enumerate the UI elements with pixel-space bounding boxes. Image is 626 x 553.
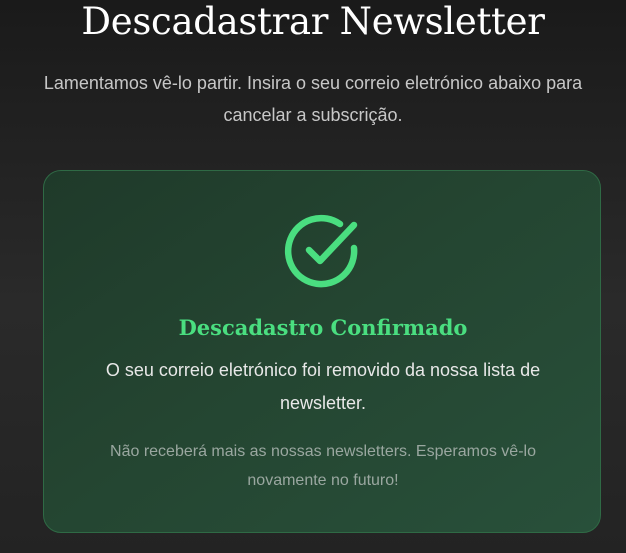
unsubscribe-page: Descadastrar Newsletter Lamentamos vê-lo… [0, 0, 626, 553]
check-circle-icon [284, 213, 362, 291]
confirmation-message: O seu correio eletrónico foi removido da… [105, 360, 541, 413]
confirmation-card: Descadastro Confirmado O seu correio ele… [43, 170, 601, 533]
page-subtitle: Lamentamos vê-lo partir. Insira o seu co… [43, 73, 583, 125]
confirmation-note: Não receberá mais as nossas newsletters.… [110, 443, 536, 489]
page-title: Descadastrar Newsletter [81, 0, 545, 43]
confirmation-title: Descadastro Confirmado [178, 315, 468, 340]
